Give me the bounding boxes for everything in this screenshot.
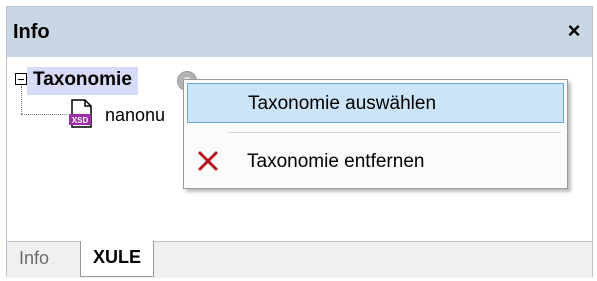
menu-item-select-taxonomy[interactable]: Taxonomie auswählen (187, 83, 564, 123)
remove-x-icon (198, 151, 218, 171)
menu-separator (228, 132, 561, 133)
panel-titlebar: Info × (7, 7, 592, 57)
tree-connector-vertical (21, 86, 22, 114)
menu-item-remove-taxonomy[interactable]: Taxonomie entfernen (187, 142, 564, 182)
close-button[interactable]: × (562, 19, 586, 43)
tab-xule[interactable]: XULE (80, 241, 155, 277)
collapse-icon[interactable] (15, 73, 27, 85)
tab-bar: Info XULE (7, 241, 592, 278)
menu-item-label: Taxonomie entfernen (247, 151, 425, 172)
panel-title: Info (13, 21, 50, 43)
menu-item-label: Taxonomie auswählen (248, 93, 437, 114)
tree-item-nanonu[interactable]: nanonu (105, 105, 165, 126)
tab-info[interactable]: Info (7, 242, 61, 276)
xsd-icon-label: XSD (72, 116, 89, 125)
xsd-file-icon: XSD (69, 99, 92, 128)
context-menu: Taxonomie auswählen Taxonomie entfernen (183, 79, 568, 189)
tree-root-taxonomie[interactable]: Taxonomie (27, 67, 138, 95)
tree-connector-horizontal (21, 114, 67, 115)
